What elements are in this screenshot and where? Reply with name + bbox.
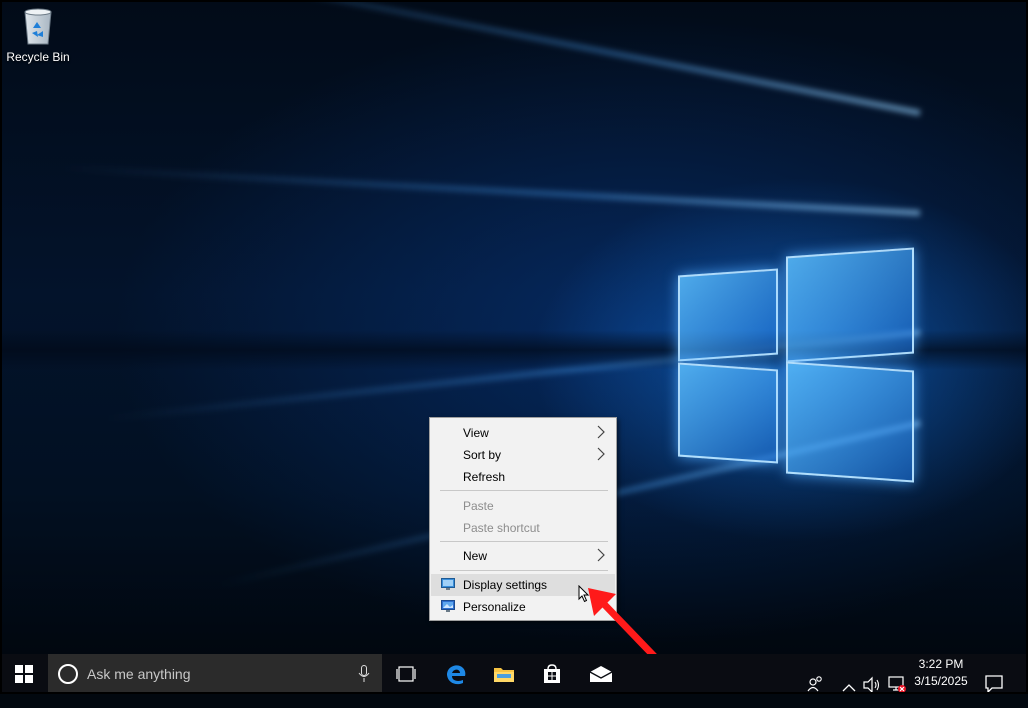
menu-item-label: View bbox=[463, 426, 489, 440]
menu-item-label: Sort by bbox=[463, 448, 502, 462]
menu-item-label: Refresh bbox=[463, 470, 506, 484]
menu-item-refresh[interactable]: Refresh bbox=[431, 466, 615, 488]
task-view-icon bbox=[396, 666, 416, 682]
menu-item-view[interactable]: View bbox=[431, 422, 615, 444]
volume-icon[interactable] bbox=[863, 665, 881, 705]
wallpaper-light-beam bbox=[134, 0, 921, 116]
show-hidden-icons-icon[interactable] bbox=[842, 668, 856, 708]
menu-item-label: Paste shortcut bbox=[463, 521, 540, 535]
wallpaper-light-beam bbox=[61, 164, 921, 216]
annotation-arrow-icon bbox=[588, 588, 657, 654]
wallpaper-logo-pane bbox=[678, 268, 778, 362]
clock-date: 3/15/2025 bbox=[914, 674, 968, 688]
menu-separator bbox=[440, 570, 608, 571]
chevron-right-icon bbox=[597, 447, 605, 461]
menu-item-label: Display settings bbox=[463, 578, 548, 592]
microphone-icon[interactable] bbox=[358, 665, 370, 683]
edge-icon bbox=[447, 665, 466, 685]
menu-item-label: Personalize bbox=[463, 600, 526, 614]
recycle-bin-icon bbox=[21, 6, 55, 46]
search-box[interactable]: Ask me anything bbox=[48, 654, 382, 694]
action-center-icon[interactable] bbox=[984, 664, 1004, 704]
menu-separator bbox=[440, 541, 608, 542]
store-button[interactable] bbox=[528, 654, 576, 694]
edge-button[interactable] bbox=[432, 654, 480, 694]
recycle-bin-shortcut[interactable]: Recycle Bin bbox=[6, 6, 70, 64]
menu-item-paste-shortcut[interactable]: Paste shortcut bbox=[431, 517, 615, 539]
people-icon[interactable] bbox=[806, 664, 824, 704]
menu-separator bbox=[440, 490, 608, 491]
wallpaper-logo-pane bbox=[786, 247, 914, 363]
recycle-bin-label: Recycle Bin bbox=[6, 50, 70, 64]
display-settings-icon bbox=[441, 578, 455, 590]
mail-button[interactable] bbox=[577, 654, 625, 694]
file-explorer-button[interactable] bbox=[480, 654, 528, 694]
menu-item-label: New bbox=[463, 549, 488, 563]
menu-item-paste[interactable]: Paste bbox=[431, 495, 615, 517]
search-placeholder: Ask me anything bbox=[87, 666, 191, 682]
chevron-right-icon bbox=[597, 548, 605, 562]
task-view-button[interactable] bbox=[382, 654, 430, 694]
chevron-right-icon bbox=[597, 425, 605, 439]
mail-icon bbox=[589, 666, 613, 682]
clock-time: 3:22 PM bbox=[918, 657, 964, 671]
menu-item-sort-by[interactable]: Sort by bbox=[431, 444, 615, 466]
store-icon bbox=[544, 664, 560, 683]
network-icon[interactable] bbox=[887, 664, 907, 704]
taskbar: Ask me anything 3:22 PM 3/15/2025 bbox=[0, 654, 1028, 694]
personalize-icon bbox=[441, 600, 455, 612]
start-button[interactable] bbox=[0, 654, 48, 694]
file-explorer-icon bbox=[494, 668, 514, 682]
wallpaper-logo-pane bbox=[678, 362, 778, 464]
taskbar-clock[interactable]: 3:22 PM 3/15/2025 bbox=[908, 656, 974, 690]
cortana-icon bbox=[58, 664, 78, 684]
menu-item-new[interactable]: New bbox=[431, 545, 615, 567]
wallpaper-logo-pane bbox=[786, 361, 914, 483]
menu-item-label: Paste bbox=[463, 499, 494, 513]
windows-logo-icon bbox=[15, 665, 33, 683]
desktop-background[interactable]: Recycle Bin View Sort by Refresh Paste P… bbox=[0, 0, 1028, 654]
